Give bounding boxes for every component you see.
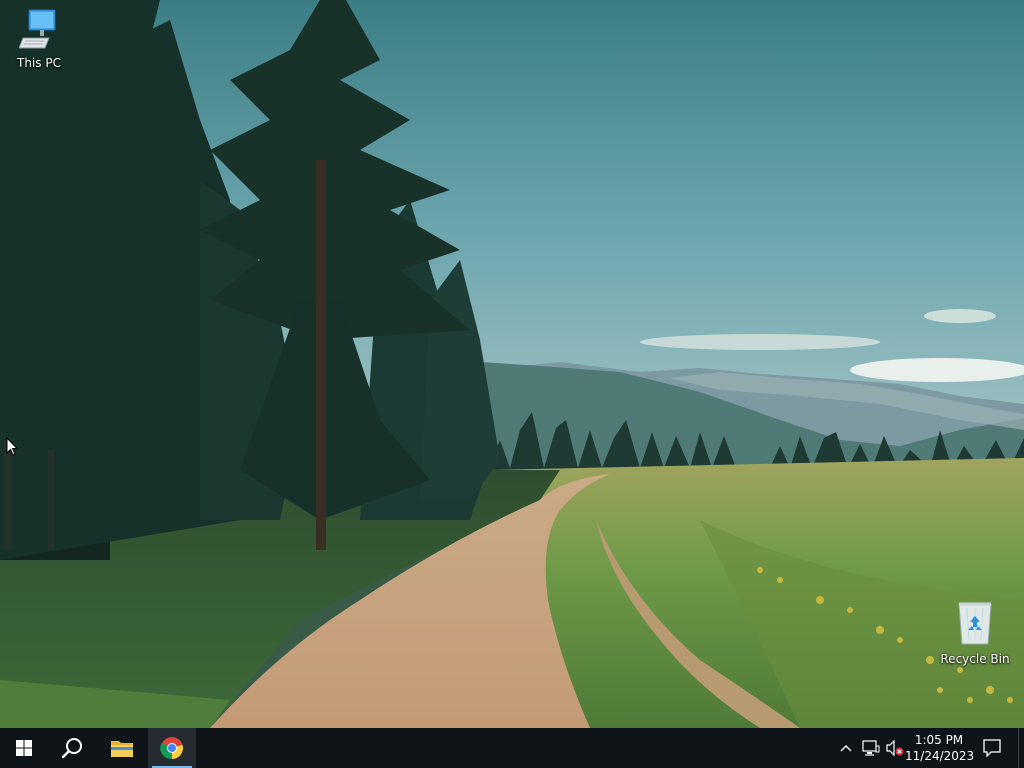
this-pc-desktop-icon[interactable]: This PC [1, 8, 77, 70]
desktop-icon-label: Recycle Bin [940, 652, 1010, 666]
desktop[interactable]: This PC Recycle Bin [0, 0, 1024, 728]
chrome-taskbar-button[interactable] [148, 728, 196, 768]
file-explorer-taskbar-button[interactable] [98, 728, 146, 768]
start-button[interactable] [0, 728, 48, 768]
action-center-button[interactable] [978, 728, 1006, 768]
taskbar: 1:05 PM 11/24/2023 [0, 728, 1024, 768]
search-button[interactable] [48, 728, 96, 768]
notification-icon [983, 739, 1001, 757]
clock-time: 1:05 PM [914, 733, 964, 747]
folder-icon [111, 741, 133, 757]
clock-date: 11/24/2023 [905, 749, 975, 763]
windows-logo-icon [16, 740, 32, 756]
computer-icon [18, 9, 56, 49]
show-hidden-icons-button[interactable] [836, 728, 856, 768]
desktop-icon-label: This PC [17, 56, 61, 70]
recycle-bin-icon [958, 602, 992, 645]
mouse-cursor-icon [6, 437, 18, 456]
show-desktop-button[interactable] [1018, 728, 1024, 768]
network-tray-button[interactable] [860, 728, 882, 768]
chrome-icon [160, 737, 183, 760]
volume-tray-button[interactable] [884, 728, 906, 768]
recycle-bin-desktop-icon[interactable]: Recycle Bin [937, 600, 1013, 666]
clock[interactable]: 1:05 PM 11/24/2023 [905, 728, 975, 768]
chevron-up-icon [840, 745, 852, 752]
search-icon [61, 738, 82, 759]
wallpaper-image [0, 0, 1024, 728]
network-icon [862, 740, 880, 756]
volume-muted-icon [886, 740, 904, 756]
